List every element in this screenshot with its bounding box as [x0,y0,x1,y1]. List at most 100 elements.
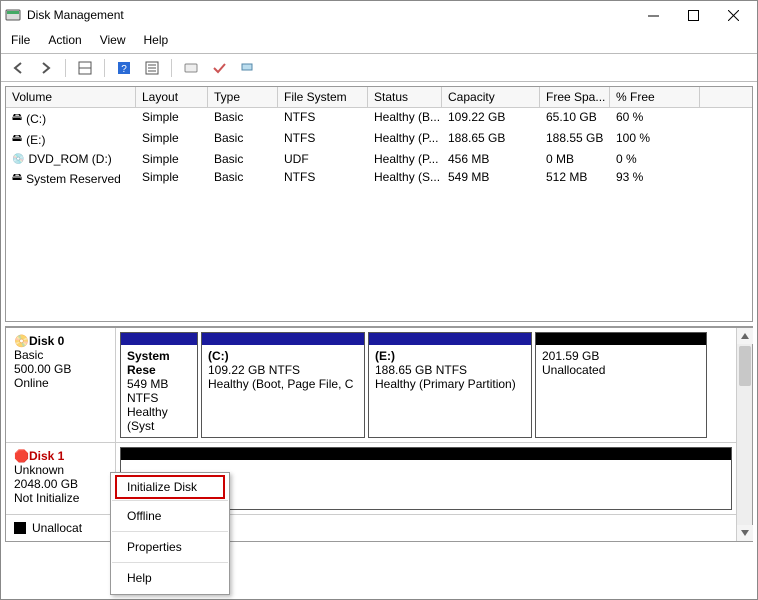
ctx-initialize-disk[interactable]: Initialize Disk [115,475,225,499]
check-icon[interactable] [208,58,230,78]
volume-name: DVD_ROM (D:) [28,152,111,166]
partition[interactable]: 201.59 GBUnallocated [535,332,707,438]
cell-status: Healthy (P... [368,150,442,168]
cell-type: Basic [208,168,278,189]
minimize-button[interactable] [633,3,673,27]
cell-type: Basic [208,150,278,168]
col-percent[interactable]: % Free [610,87,700,107]
partition-size: 188.65 GB NTFS [375,363,467,377]
cell-capacity: 456 MB [442,150,540,168]
scroll-thumb[interactable] [739,346,751,386]
disk1-status: Not Initialize [14,491,107,505]
disk0-status: Online [14,376,107,390]
disk0-info[interactable]: 📀Disk 0 Basic 500.00 GB Online [6,328,116,442]
help-icon[interactable]: ? [113,58,135,78]
disk0-partitions: System Rese549 MB NTFSHealthy (Syst(C:)1… [116,328,736,442]
disk0-size: 500.00 GB [14,362,107,376]
partition[interactable]: System Rese549 MB NTFSHealthy (Syst [120,332,198,438]
partition-size: 549 MB NTFS [127,377,168,405]
ctx-help[interactable]: Help [111,566,229,590]
partition-bar [121,333,197,345]
cell-filesystem: NTFS [278,168,368,189]
drive-icon: 🖴 [12,131,22,148]
table-row[interactable]: 🖴(E:)SimpleBasicNTFSHealthy (P...188.65 … [6,129,752,150]
drive-icon: 🖴 [12,170,22,187]
ctx-separator [112,531,228,532]
title-bar: Disk Management [1,1,757,29]
col-layout[interactable]: Layout [136,87,208,107]
table-row[interactable]: 🖴System ReservedSimpleBasicNTFSHealthy (… [6,168,752,189]
cell-layout: Simple [136,129,208,150]
view-layout-button[interactable] [74,58,96,78]
menu-action[interactable]: Action [46,31,83,49]
disk1-info[interactable]: 🛑Disk 1 Unknown 2048.00 GB Not Initializ… [6,443,116,514]
col-free[interactable]: Free Spa... [540,87,610,107]
cell-free: 65.10 GB [540,108,610,129]
scroll-down-button[interactable] [737,525,753,541]
cell-percent: 100 % [610,129,700,150]
ctx-separator [112,562,228,563]
forward-button[interactable] [35,58,57,78]
cell-filesystem: NTFS [278,108,368,129]
partition-status: Unallocated [542,363,605,377]
partition-bar [202,333,364,345]
partition-title: (E:) [375,349,395,363]
partition-status: Healthy (Boot, Page File, C [208,377,353,391]
maximize-button[interactable] [673,3,713,27]
disk1-type: Unknown [14,463,107,477]
partition-status: Healthy (Syst [127,405,168,433]
menu-help[interactable]: Help [142,31,171,49]
toolbar-separator [171,59,172,77]
menu-file[interactable]: File [9,31,32,49]
cell-percent: 93 % [610,168,700,189]
partition[interactable]: (E:)188.65 GB NTFSHealthy (Primary Parti… [368,332,532,438]
disk0-name: Disk 0 [29,334,64,348]
table-row[interactable]: 🖴(C:)SimpleBasicNTFSHealthy (B...109.22 … [6,108,752,129]
cell-free: 0 MB [540,150,610,168]
svg-text:?: ? [121,64,127,75]
legend-black-swatch [14,522,26,534]
partition-size: 109.22 GB NTFS [208,363,300,377]
context-menu: Initialize Disk Offline Properties Help [110,472,230,595]
disk-icon: 📀 [14,334,29,348]
cell-free: 512 MB [540,168,610,189]
cell-capacity: 109.22 GB [442,108,540,129]
settings-list-icon[interactable] [141,58,163,78]
col-type[interactable]: Type [208,87,278,107]
cell-layout: Simple [136,150,208,168]
partition-size: 201.59 GB [542,349,599,363]
disk-row-0[interactable]: 📀Disk 0 Basic 500.00 GB Online System Re… [6,328,736,443]
ctx-offline[interactable]: Offline [111,504,229,528]
toolbar-separator [65,59,66,77]
cell-layout: Simple [136,168,208,189]
cell-filesystem: NTFS [278,129,368,150]
table-row[interactable]: 💿DVD_ROM (D:)SimpleBasicUDFHealthy (P...… [6,150,752,168]
menu-view[interactable]: View [98,31,128,49]
col-filesystem[interactable]: File System [278,87,368,107]
table-body: 🖴(C:)SimpleBasicNTFSHealthy (B...109.22 … [6,108,752,321]
col-volume[interactable]: Volume [6,87,136,107]
vertical-scrollbar[interactable] [736,328,752,541]
ctx-properties[interactable]: Properties [111,535,229,559]
table-header: Volume Layout Type File System Status Ca… [6,87,752,108]
col-capacity[interactable]: Capacity [442,87,540,107]
disk-error-icon: 🛑 [14,449,29,463]
cell-status: Healthy (B... [368,108,442,129]
cell-free: 188.55 GB [540,129,610,150]
partition-title: (C:) [208,349,229,363]
back-button[interactable] [7,58,29,78]
partition[interactable]: (C:)109.22 GB NTFSHealthy (Boot, Page Fi… [201,332,365,438]
close-button[interactable] [713,3,753,27]
cell-type: Basic [208,108,278,129]
volume-table: Volume Layout Type File System Status Ca… [5,86,753,322]
scroll-up-button[interactable] [737,328,753,344]
refresh-icon[interactable] [180,58,202,78]
disk1-size: 2048.00 GB [14,477,107,491]
cell-status: Healthy (P... [368,129,442,150]
disk-icon-button[interactable] [236,58,258,78]
volume-name: System Reserved [26,172,121,186]
cell-percent: 60 % [610,108,700,129]
cell-capacity: 549 MB [442,168,540,189]
col-status[interactable]: Status [368,87,442,107]
volume-name: (C:) [26,112,46,126]
